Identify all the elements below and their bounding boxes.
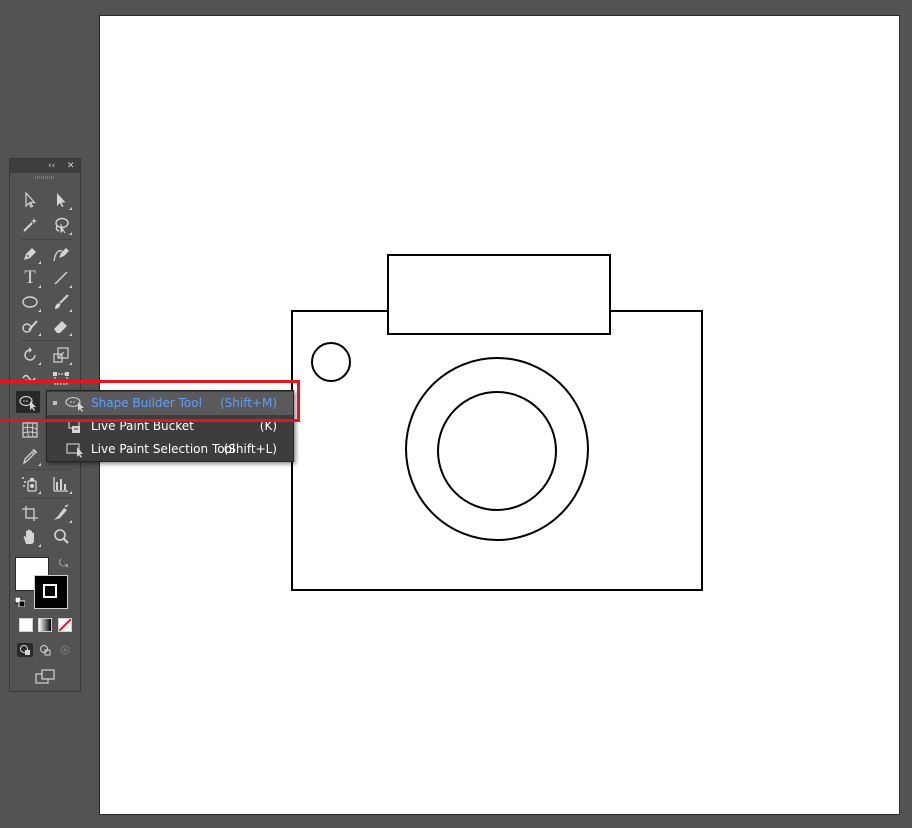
type-tool[interactable]: T [18,267,42,289]
pen-tool[interactable] [18,243,42,265]
tools-panel-titlebar[interactable]: ‹‹ ✕ [10,159,80,173]
column-graph-tool[interactable] [49,473,73,495]
pen-icon [24,248,36,260]
rotate-tool[interactable] [18,344,42,366]
close-icon[interactable]: ✕ [67,160,75,172]
artboard-tool[interactable] [18,502,42,524]
curvature-tool[interactable] [49,243,73,265]
direct-selection-tool[interactable] [49,189,73,211]
draw-inside-button[interactable] [57,643,73,657]
scale-icon [53,347,69,363]
shaper-icon [22,320,38,333]
camera-lens-inner [437,391,557,511]
type-icon: T [24,267,36,288]
column-graph-icon [53,477,68,492]
zoom-tool[interactable] [49,526,73,548]
flyout-indicator [69,232,72,235]
paintbrush-tool[interactable] [49,291,73,313]
panel-grip[interactable] [35,176,55,179]
eraser-icon [54,321,67,333]
artboard-icon [22,506,38,521]
flyout-indicator [69,333,72,336]
default-fill-stroke-icon[interactable] [15,597,25,607]
tool-separator [20,340,72,341]
line-icon [54,271,68,285]
mesh-icon [22,422,38,438]
eraser-tool[interactable] [49,315,73,337]
camera-body [291,310,703,591]
flyout-indicator [69,207,72,210]
eyedropper-tool[interactable] [18,445,42,467]
magic-wand-icon [23,218,37,232]
arrow-hollow-icon [25,191,36,208]
swap-fill-stroke-icon[interactable]: ⤿ [59,557,68,571]
scale-tool[interactable] [49,344,73,366]
slice-tool[interactable] [49,502,73,524]
collapse-icon[interactable]: ‹‹ [48,160,55,172]
lasso-icon [55,217,69,234]
flyout-indicator [38,463,41,466]
symbol-sprayer-tool[interactable] [18,473,42,495]
brush-icon [55,294,69,309]
stroke-color-swatch[interactable] [34,575,68,609]
flyout-indicator [69,520,72,523]
none-mode-button[interactable] [58,618,72,632]
flyout-item-label: Live Paint Selection Tool [91,442,236,456]
hand-tool[interactable] [18,526,42,548]
flyout-indicator [38,309,41,312]
magic-wand-tool[interactable] [18,214,42,236]
flyout-indicator [38,362,41,365]
live-paint-selection-icon [66,443,83,458]
flyout-indicator [38,261,41,264]
change-screen-mode-icon[interactable] [34,669,56,685]
none-slash-icon [59,619,71,631]
draw-normal-icon [20,645,30,655]
draw-inside-icon [60,645,70,655]
curvature-pen-icon [53,248,69,262]
tool-separator [20,239,72,240]
eyedropper-icon [22,449,37,465]
flyout-indicator [69,362,72,365]
flyout-indicator [38,285,41,288]
draw-behind-icon [40,645,51,656]
hand-icon [23,529,34,544]
flyout-indicator [38,333,41,336]
mesh-tool[interactable] [18,419,42,441]
ellipse-tool[interactable] [18,291,42,313]
line-segment-tool[interactable] [49,267,73,289]
flyout-indicator [38,544,41,547]
flyout-item-shortcut: (Shift+L) [223,442,277,456]
symbol-sprayer-icon [22,477,37,492]
annotation-highlight-box [0,380,300,422]
flyout-indicator [69,309,72,312]
flyout-indicator [69,491,72,494]
flyout-indicator [38,491,41,494]
lasso-tool[interactable] [49,214,73,236]
flyout-item-live-paint-selection[interactable]: Live Paint Selection Tool (Shift+L) [47,438,293,461]
color-mode-button[interactable] [19,618,33,632]
camera-top-box [387,254,611,335]
flyout-indicator [69,285,72,288]
tool-separator [20,469,72,470]
ellipse-icon [22,296,38,308]
draw-behind-button[interactable] [37,643,53,657]
slice-icon [54,504,69,520]
rotate-icon [24,347,36,361]
draw-normal-button[interactable] [17,643,33,657]
selection-tool[interactable] [18,189,42,211]
arrow-solid-icon [57,193,66,207]
tool-separator [20,498,72,499]
camera-lens-outer [405,357,589,541]
shaper-tool[interactable] [18,315,42,337]
camera-flash-circle [311,342,351,382]
zoom-icon [54,529,69,544]
gradient-mode-button[interactable] [38,618,52,632]
